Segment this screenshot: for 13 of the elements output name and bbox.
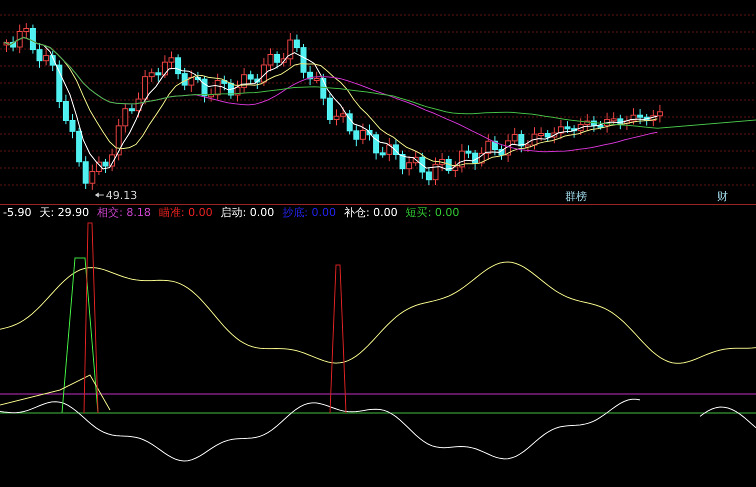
low-price-arrow-icon xyxy=(94,192,104,198)
indicator-value: 天: 29.90 xyxy=(39,205,90,220)
indicator-value: 瞄准: 0.00 xyxy=(158,205,213,220)
panel-tab[interactable]: 群榜 xyxy=(563,189,589,204)
indicator-value: 抄底: 0.00 xyxy=(282,205,336,220)
indicator-value: 补仓: 0.00 xyxy=(344,205,398,220)
low-price-label: 49.13 xyxy=(106,189,138,202)
indicator-line xyxy=(700,406,756,428)
indicator-value: -5.90 xyxy=(3,206,32,219)
indicator-value: 短买: 0.00 xyxy=(406,205,460,220)
indicator-value: 启动: 0.00 xyxy=(220,205,274,220)
panel-tab[interactable]: 财 xyxy=(715,189,730,204)
indicator-value: 相交: 8.18 xyxy=(97,205,151,220)
